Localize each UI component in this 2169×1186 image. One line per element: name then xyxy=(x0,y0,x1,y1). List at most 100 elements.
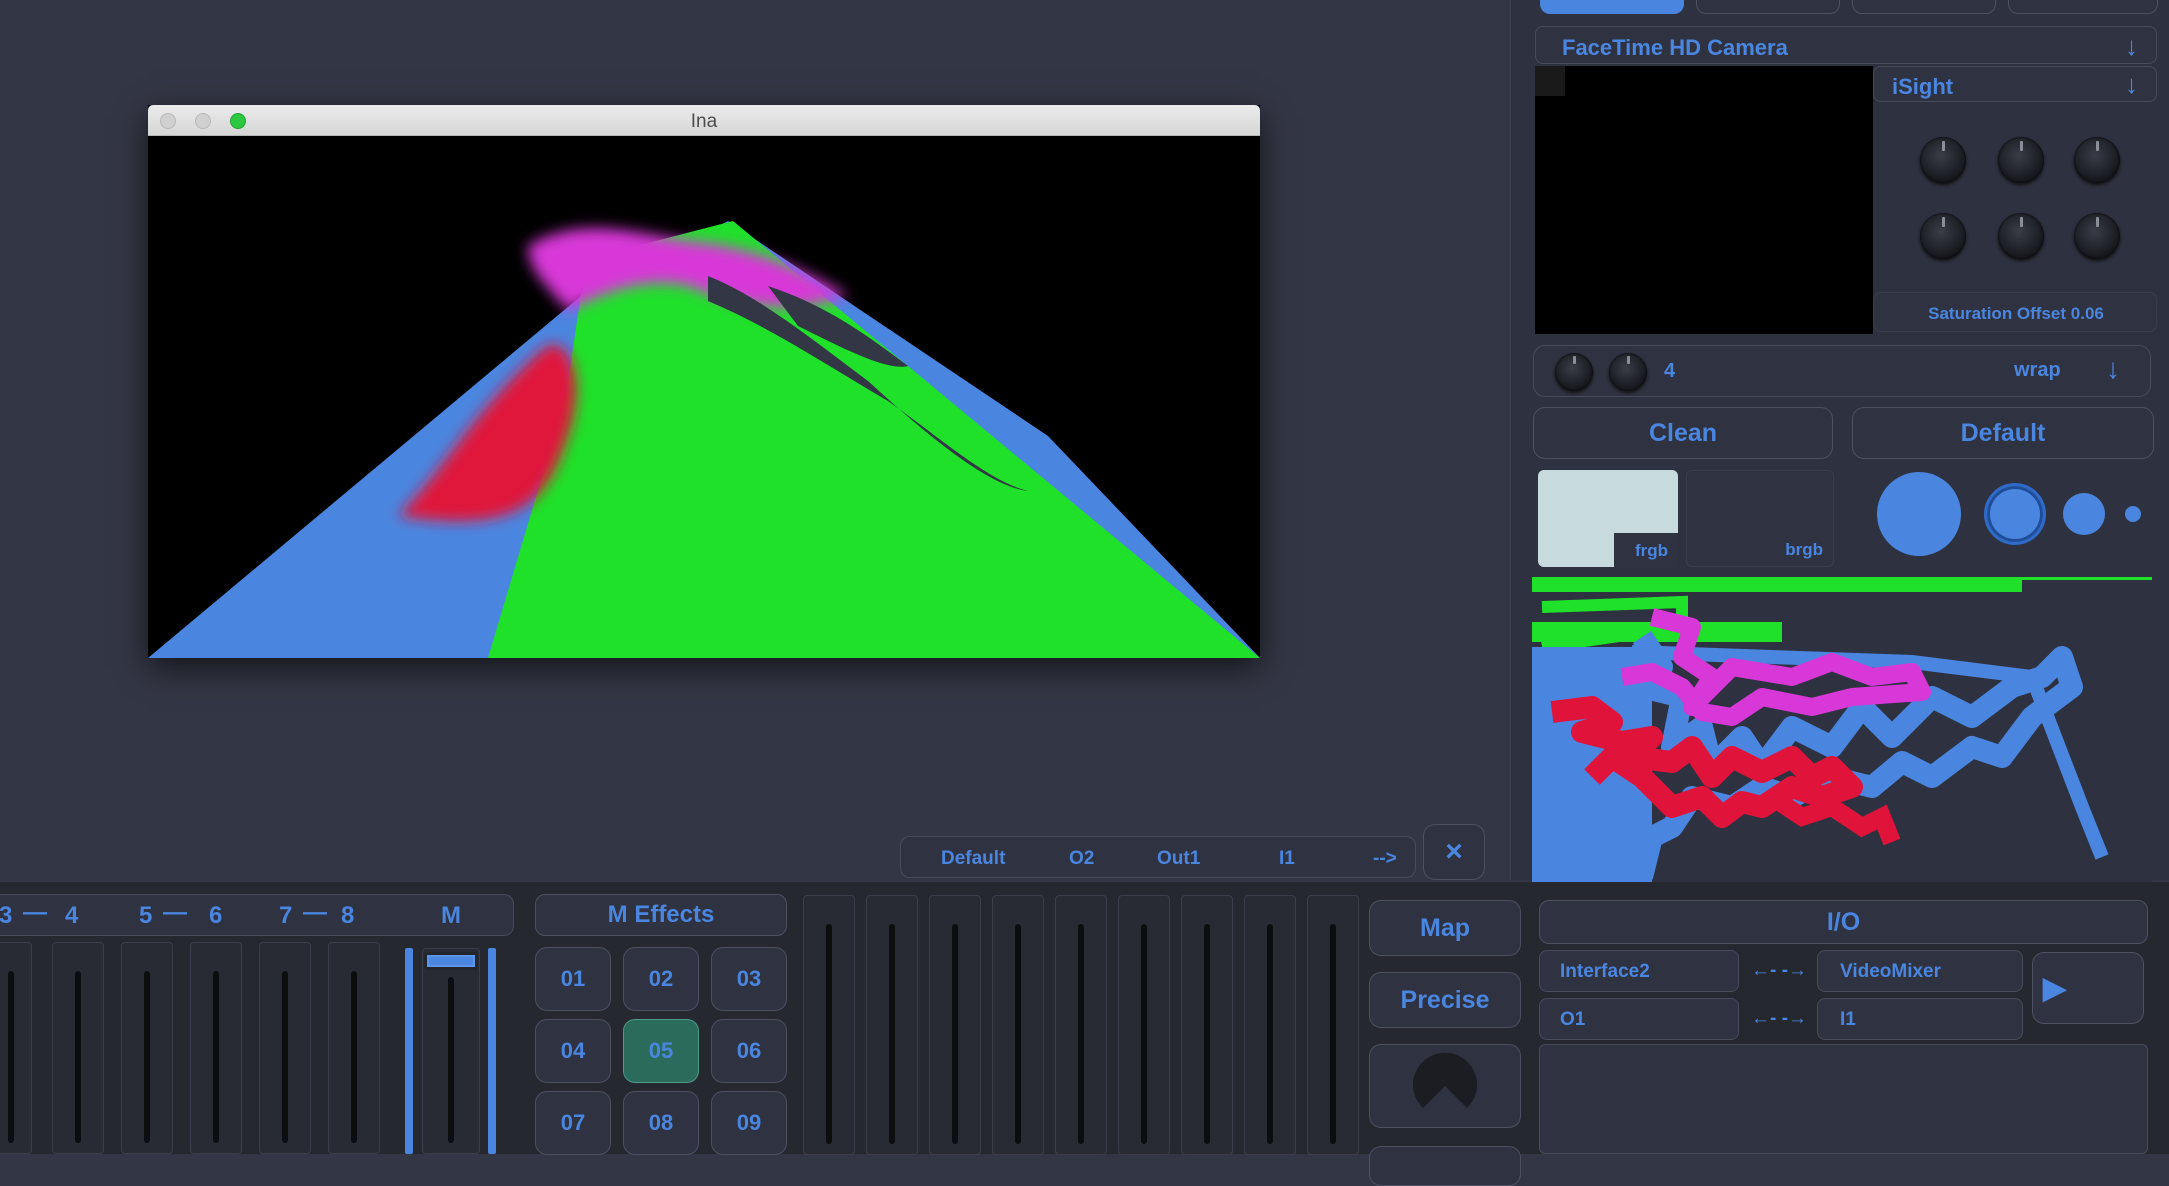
io-output-target[interactable]: VideoMixer xyxy=(1817,950,2023,992)
routing-arrow-icon[interactable]: --> xyxy=(1373,848,1397,870)
channel-label-6: 6 xyxy=(209,902,223,929)
mixer-header: 3 — 4 5 — 6 7 — 8 M xyxy=(0,894,514,936)
precise-button[interactable]: Precise xyxy=(1369,972,1521,1028)
routing-preset[interactable]: Default xyxy=(941,848,1005,870)
master-fader-handle[interactable] xyxy=(424,952,478,970)
master-meter-right xyxy=(488,948,496,1154)
brush-size-large[interactable] xyxy=(1877,472,1961,556)
brush-size-medium[interactable] xyxy=(1984,483,2046,545)
knob-3[interactable] xyxy=(2074,137,2120,183)
routing-bar: Default O2 Out1 I1 --> xyxy=(900,836,1416,878)
channel-fader[interactable] xyxy=(328,942,380,1154)
brush-size-tiny[interactable] xyxy=(2125,506,2141,522)
window-titlebar[interactable]: Ina xyxy=(148,105,1260,136)
extra-button[interactable] xyxy=(1369,1146,1521,1186)
master-meter-left xyxy=(405,948,413,1154)
clean-button[interactable]: Clean xyxy=(1533,407,1833,459)
play-icon: ▶ xyxy=(2043,971,2067,1005)
parameter-readout: Saturation Offset 0.06 xyxy=(1873,292,2157,332)
channel-label-8: 8 xyxy=(341,902,355,929)
tab-noise[interactable] xyxy=(1852,0,1996,14)
channel-fader[interactable] xyxy=(52,942,104,1154)
io-input-port[interactable]: I1 xyxy=(1817,998,2023,1040)
channel-label-7: 7 xyxy=(279,902,293,929)
effect-fader[interactable] xyxy=(992,895,1044,1155)
drawing-canvas[interactable] xyxy=(1532,577,2152,883)
wrap-mode-select[interactable]: wrap xyxy=(2014,359,2061,382)
effects-title: M Effects xyxy=(535,894,787,936)
effect-button-02[interactable]: 02 xyxy=(623,947,699,1011)
io-route-arrow-icon: ←- -→ xyxy=(1751,1008,1807,1029)
io-log-area xyxy=(1539,1044,2148,1154)
effect-button-03[interactable]: 03 xyxy=(711,947,787,1011)
knob-2[interactable] xyxy=(1998,137,2044,183)
default-button[interactable]: Default xyxy=(1852,407,2154,459)
mode-row: 4 wrap ↓ xyxy=(1533,345,2151,397)
camera-preview xyxy=(1535,66,1873,334)
play-button[interactable]: ▶ xyxy=(2032,952,2144,1024)
channel-fader[interactable] xyxy=(121,942,173,1154)
tab-pattern[interactable] xyxy=(2008,0,2158,14)
mode-knob-1[interactable] xyxy=(1555,353,1593,391)
camera-device-select[interactable]: FaceTime HD Camera ↓ xyxy=(1535,26,2157,64)
tab-video[interactable] xyxy=(1696,0,1840,14)
pair-separator: — xyxy=(303,899,327,926)
preview-window: Ina xyxy=(148,105,1260,658)
frgb-swatch[interactable]: frgb xyxy=(1538,470,1678,567)
master-label: M xyxy=(441,902,461,929)
channel-label-3: 3 xyxy=(0,902,13,929)
brgb-label: brgb xyxy=(1785,540,1823,559)
effect-button-08[interactable]: 08 xyxy=(623,1091,699,1155)
effect-fader[interactable] xyxy=(1055,895,1107,1155)
effect-fader[interactable] xyxy=(1307,895,1359,1155)
routing-input[interactable]: I1 xyxy=(1279,848,1295,870)
effect-button-06[interactable]: 06 xyxy=(711,1019,787,1083)
knob-4[interactable] xyxy=(1920,213,1966,259)
routing-output[interactable]: O2 xyxy=(1069,848,1094,870)
app-root: { "preview_window": { "title": "Ina" }, … xyxy=(0,0,2169,1186)
close-button[interactable]: × xyxy=(1423,824,1485,880)
io-title: I/O xyxy=(1539,900,2148,944)
effect-fader[interactable] xyxy=(866,895,918,1155)
dial-control[interactable] xyxy=(1369,1044,1521,1128)
effect-button-05[interactable]: 05 xyxy=(623,1019,699,1083)
frgb-label: frgb xyxy=(1634,541,1668,560)
mode-knob-2[interactable] xyxy=(1609,353,1647,391)
chevron-down-icon: ↓ xyxy=(2125,69,2138,99)
effect-fader[interactable] xyxy=(1244,895,1296,1155)
tab-camera[interactable] xyxy=(1540,0,1684,14)
window-title: Ina xyxy=(690,111,718,132)
knob-5[interactable] xyxy=(1998,213,2044,259)
channel-fader[interactable] xyxy=(190,942,242,1154)
effect-button-09[interactable]: 09 xyxy=(711,1091,787,1155)
effect-fader[interactable] xyxy=(1181,895,1233,1155)
brush-size-small[interactable] xyxy=(2063,493,2105,535)
effect-button-07[interactable]: 07 xyxy=(535,1091,611,1155)
brgb-swatch[interactable]: brgb xyxy=(1686,470,1834,567)
channel-fader[interactable] xyxy=(0,942,32,1154)
chevron-down-icon[interactable]: ↓ xyxy=(2106,353,2120,385)
mode-value: 4 xyxy=(1664,360,1676,382)
io-route-arrow-icon: ←- -→ xyxy=(1751,960,1807,981)
effect-fader[interactable] xyxy=(929,895,981,1155)
effect-button-04[interactable]: 04 xyxy=(535,1019,611,1083)
routing-target[interactable]: Out1 xyxy=(1157,848,1200,870)
pair-separator: — xyxy=(23,899,47,926)
knob-1[interactable] xyxy=(1920,137,1966,183)
channel-label-4: 4 xyxy=(65,902,79,929)
master-fader[interactable] xyxy=(405,948,501,1154)
map-button[interactable]: Map xyxy=(1369,900,1521,956)
chevron-down-icon: ↓ xyxy=(2125,31,2138,61)
pacman-dial-icon xyxy=(1413,1052,1477,1108)
knob-6[interactable] xyxy=(2074,213,2120,259)
io-output-port[interactable]: O1 xyxy=(1539,998,1739,1040)
io-input-interface[interactable]: Interface2 xyxy=(1539,950,1739,992)
effect-fader[interactable] xyxy=(1118,895,1170,1155)
channel-label-5: 5 xyxy=(139,902,153,929)
preview-canvas xyxy=(148,136,1260,658)
channel-fader[interactable] xyxy=(259,942,311,1154)
camera-source-select[interactable]: iSight ↓ xyxy=(1873,66,2157,102)
camera-device-label: FaceTime HD Camera xyxy=(1562,35,1788,60)
effect-button-01[interactable]: 01 xyxy=(535,947,611,1011)
effect-fader[interactable] xyxy=(803,895,855,1155)
